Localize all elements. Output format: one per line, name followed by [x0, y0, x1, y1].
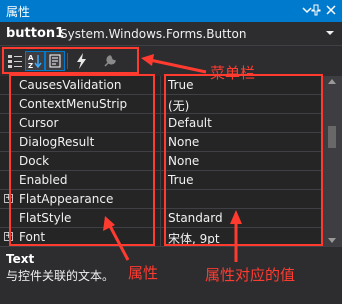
expand-icon[interactable]: + [4, 232, 13, 241]
property-row[interactable]: Dock None [0, 152, 342, 171]
object-type: System.Windows.Forms.Button [60, 27, 247, 41]
toolbar: A Z [0, 46, 342, 76]
svg-text:A: A [28, 54, 34, 62]
property-value[interactable]: True [168, 173, 194, 187]
property-value[interactable]: (无) [168, 97, 189, 114]
property-grid: CausesValidation True ContextMenuStrip (… [0, 76, 342, 246]
vertical-scrollbar[interactable] [323, 76, 342, 246]
pin-icon[interactable] [309, 3, 323, 17]
window-title: 属性 [6, 5, 31, 19]
property-name: Dock [19, 154, 50, 168]
property-value[interactable]: Standard [168, 211, 223, 225]
property-value[interactable]: True [168, 78, 194, 92]
alphabetical-icon[interactable]: A Z [25, 51, 45, 71]
property-row[interactable]: Cursor Default [0, 114, 342, 133]
property-value[interactable]: Default [168, 116, 212, 130]
scroll-thumb[interactable] [328, 126, 336, 148]
scroll-up-icon[interactable] [328, 79, 336, 84]
menubar-annotation: 菜单栏 [210, 64, 256, 82]
property-pages-icon[interactable] [100, 51, 120, 71]
title-bar: 属性 [0, 0, 342, 22]
property-row[interactable]: ContextMenuStrip (无) [0, 95, 342, 114]
property-name: DialogResult [19, 135, 95, 149]
property-row[interactable]: CausesValidation True [0, 76, 342, 95]
categorized-icon[interactable] [5, 51, 25, 71]
property-name: Enabled [19, 173, 68, 187]
property-name: FlatAppearance [19, 192, 114, 206]
property-row[interactable]: Enabled True [0, 171, 342, 190]
toolbar-separator [67, 53, 68, 69]
events-icon[interactable] [72, 51, 92, 71]
object-name: button1 [6, 26, 65, 41]
property-name: Cursor [19, 116, 59, 130]
description-text: 与控件关联的文本。 [6, 269, 115, 283]
properties-icon[interactable] [45, 51, 65, 71]
property-row[interactable]: DialogResult None [0, 133, 342, 152]
expand-icon[interactable]: + [4, 194, 13, 203]
property-annotation: 属性 [128, 264, 159, 282]
description-title: Text [6, 252, 35, 266]
property-value-annotation: 属性对应的值 [205, 266, 296, 284]
scroll-down-icon[interactable] [328, 238, 336, 243]
property-value[interactable]: 宋体, 9pt [168, 230, 220, 246]
property-row[interactable]: + FlatAppearance [0, 190, 342, 209]
property-row[interactable]: FlatStyle Standard [0, 209, 342, 228]
property-name: ContextMenuStrip [19, 97, 128, 111]
property-value[interactable]: None [168, 154, 199, 168]
property-name: Font [19, 230, 46, 244]
property-name: CausesValidation [19, 78, 122, 92]
property-value[interactable]: None [168, 135, 199, 149]
svg-text:Z: Z [28, 62, 33, 70]
close-icon[interactable] [324, 3, 338, 17]
property-name: FlatStyle [19, 211, 72, 225]
property-row[interactable]: + Font 宋体, 9pt [0, 228, 342, 246]
object-selector[interactable]: button1 System.Windows.Forms.Button [0, 22, 342, 46]
chevron-down-icon[interactable] [324, 27, 336, 39]
